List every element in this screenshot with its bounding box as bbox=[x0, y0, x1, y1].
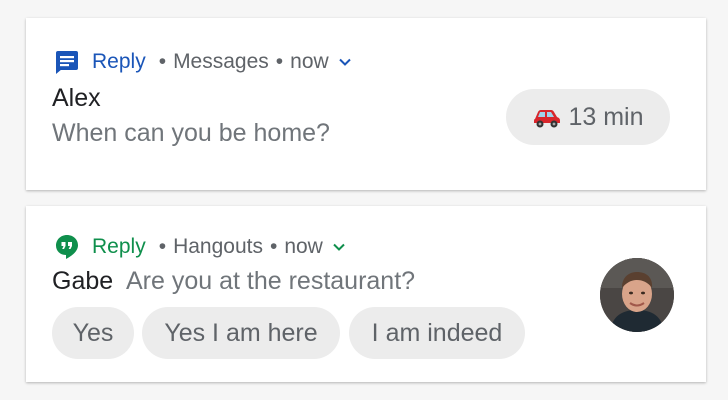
smart-reply-label: Yes I am here bbox=[164, 318, 318, 347]
car-icon bbox=[532, 105, 562, 129]
notification-header[interactable]: Reply • Hangouts • now bbox=[54, 234, 346, 260]
notification-card-messages[interactable]: Reply • Messages • now Alex When can you… bbox=[26, 18, 706, 190]
separator-dot: • bbox=[275, 50, 284, 73]
hangouts-icon bbox=[54, 234, 80, 260]
app-name-label: Reply bbox=[92, 235, 146, 258]
message-text: Are you at the restaurant? bbox=[126, 267, 416, 295]
app-name-label: Reply bbox=[92, 50, 146, 73]
messages-icon bbox=[54, 49, 80, 75]
time-label: now bbox=[290, 50, 329, 73]
notification-header[interactable]: Reply • Messages • now bbox=[54, 49, 352, 75]
smart-reply-chip[interactable]: I am indeed bbox=[349, 307, 525, 359]
separator-dot: • bbox=[269, 235, 278, 258]
app-meta-label: Hangouts bbox=[173, 235, 263, 258]
notification-card-hangouts[interactable]: Reply • Hangouts • now Gabe Are you at t… bbox=[26, 206, 706, 382]
separator-dot: • bbox=[158, 50, 167, 73]
chevron-down-icon[interactable] bbox=[332, 240, 346, 254]
sender-name: Gabe bbox=[52, 267, 114, 295]
smart-reply-chip[interactable]: Yes I am here bbox=[142, 307, 340, 359]
time-label: now bbox=[284, 235, 323, 258]
smart-reply-chip[interactable]: Yes bbox=[52, 307, 134, 359]
app-meta-label: Messages bbox=[173, 50, 269, 73]
chevron-down-icon[interactable] bbox=[338, 55, 352, 69]
smart-reply-label: Yes bbox=[72, 318, 114, 347]
sender-name: Alex bbox=[52, 84, 101, 112]
message-text: When can you be home? bbox=[52, 119, 330, 147]
eta-chip[interactable]: 13 min bbox=[506, 89, 670, 145]
avatar bbox=[600, 258, 674, 332]
smart-reply-label: I am indeed bbox=[371, 318, 503, 347]
separator-dot: • bbox=[158, 235, 167, 258]
eta-label: 13 min bbox=[568, 102, 644, 131]
